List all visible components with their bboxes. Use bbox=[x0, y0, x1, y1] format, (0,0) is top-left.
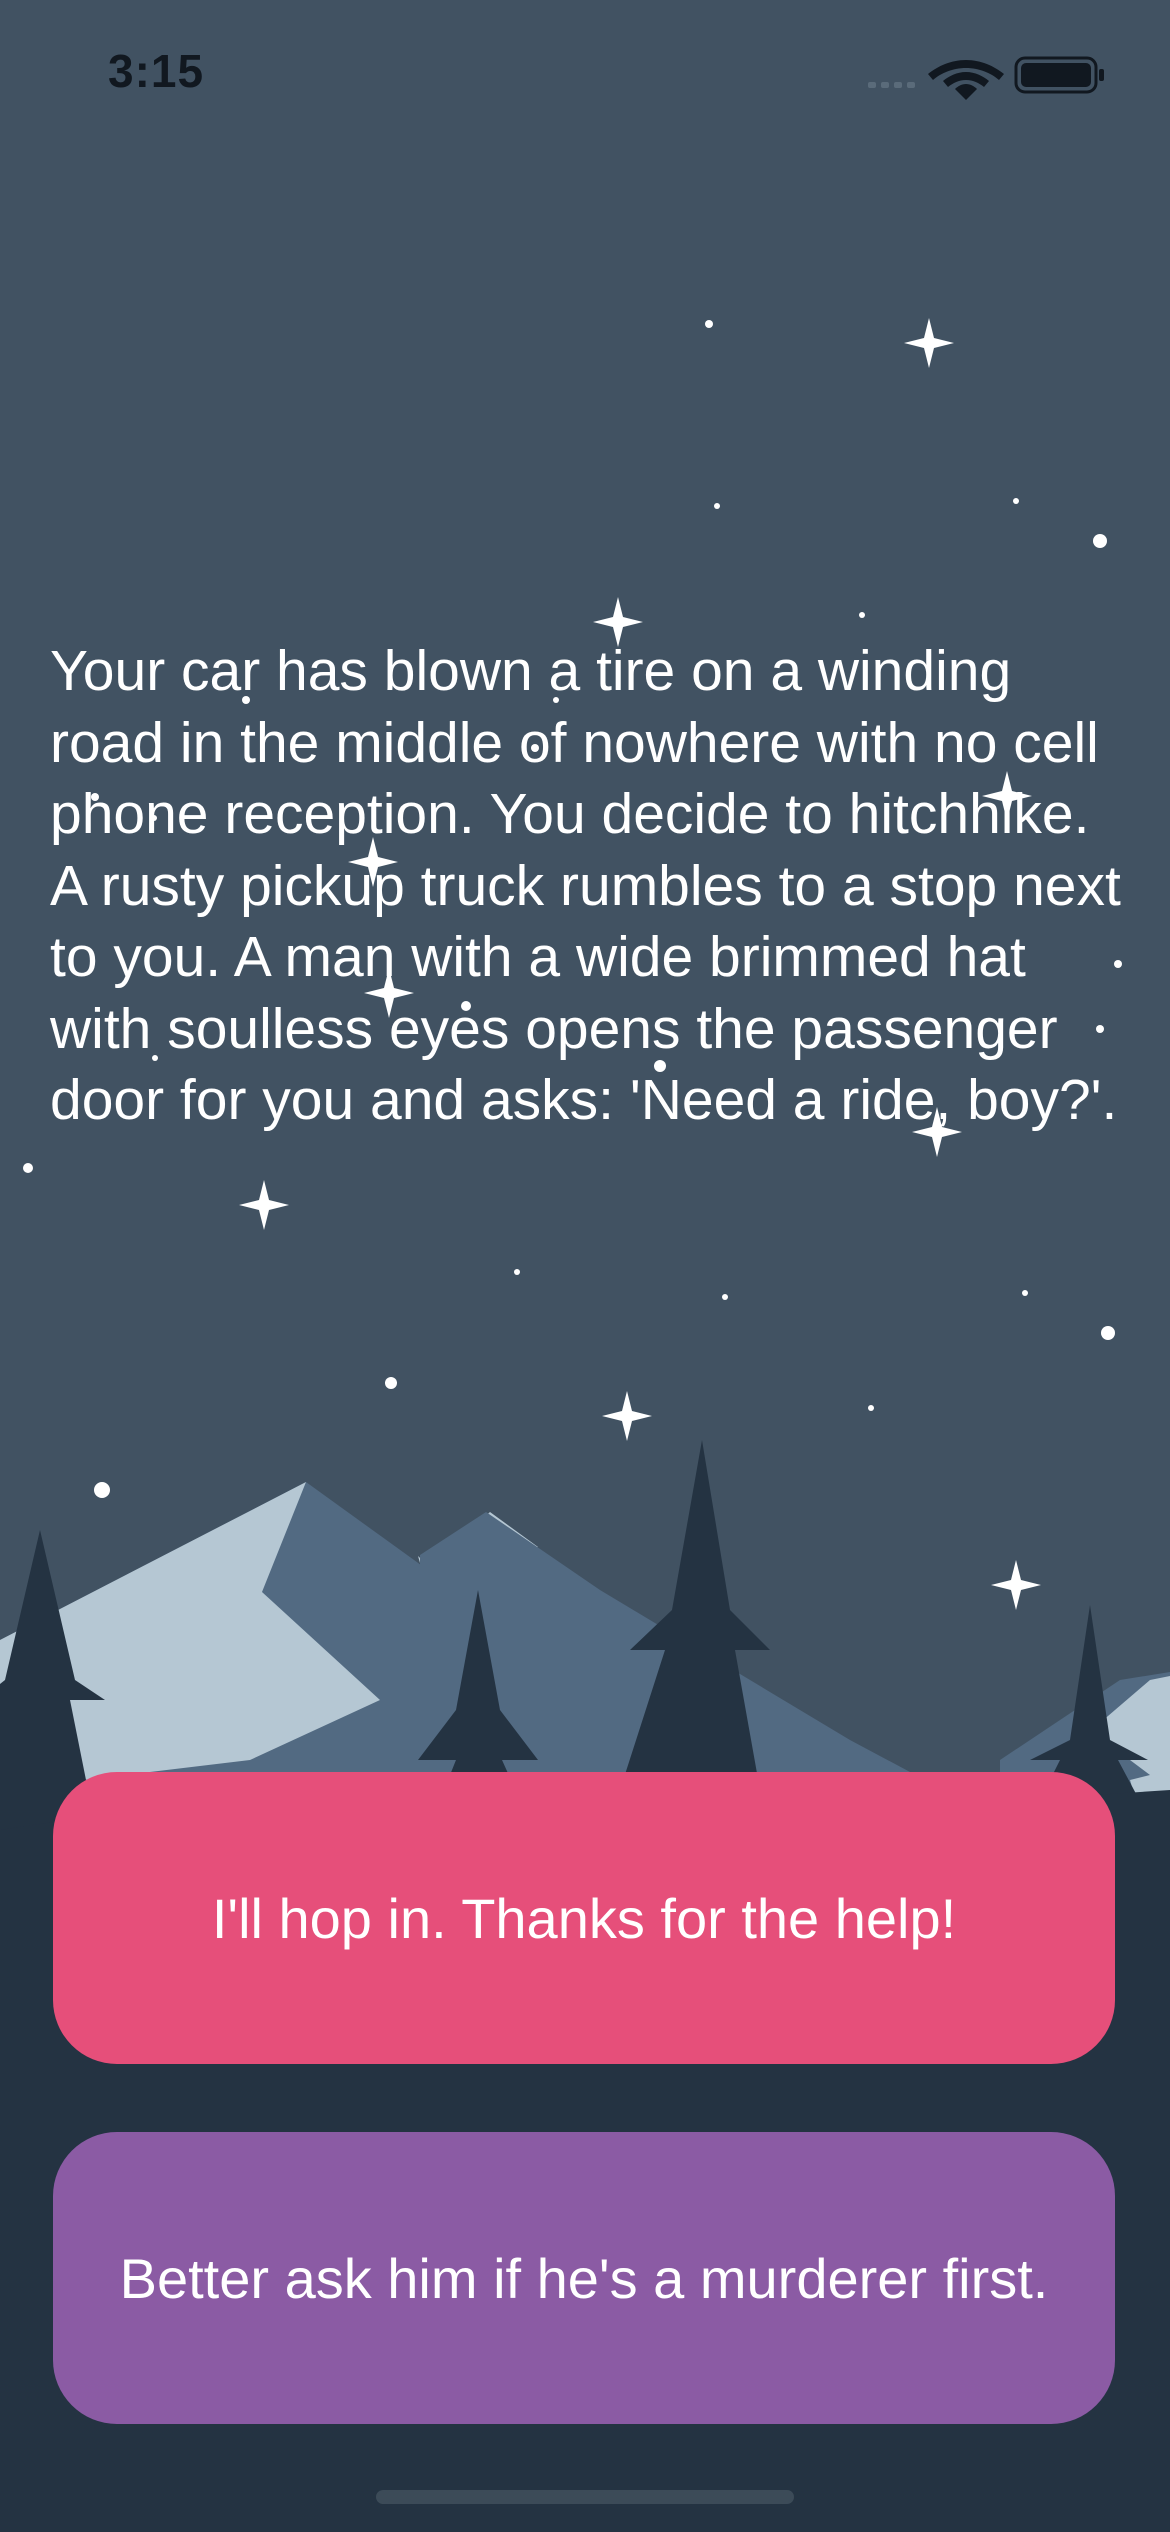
signal-icon bbox=[868, 82, 915, 88]
status-icons bbox=[866, 50, 1116, 100]
status-bar: 3:15 bbox=[0, 0, 1170, 140]
choice-button-hop-in[interactable]: I'll hop in. Thanks for the help! bbox=[53, 1772, 1115, 2064]
status-time: 3:15 bbox=[108, 45, 205, 97]
wifi-icon bbox=[928, 60, 1004, 100]
home-indicator[interactable] bbox=[376, 2490, 794, 2504]
choice-button-ask-murderer[interactable]: Better ask him if he's a murderer first. bbox=[53, 2132, 1115, 2424]
story-text: Your car has blown a tire on a winding r… bbox=[50, 639, 1121, 1132]
battery-icon bbox=[1014, 56, 1104, 94]
story-screen: 3:15 Your car has blown a tire on a wind… bbox=[0, 0, 1170, 2532]
